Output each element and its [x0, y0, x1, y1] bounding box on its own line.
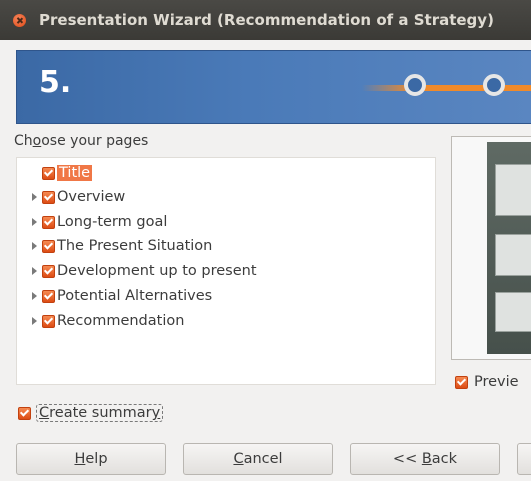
- expander-icon[interactable]: [32, 218, 37, 226]
- close-icon[interactable]: [13, 13, 26, 27]
- checkbox-icon[interactable]: [42, 289, 55, 303]
- preview-panel: [451, 136, 531, 360]
- window-title: Presentation Wizard (Recommendation of a…: [39, 11, 494, 29]
- preview-checkbox-icon[interactable]: [455, 375, 468, 389]
- tree-item-title[interactable]: Title: [17, 162, 93, 184]
- choose-pages-label: Choose your pages: [14, 133, 149, 149]
- checkbox-icon[interactable]: [42, 190, 55, 204]
- summary-label: Create summary: [36, 404, 164, 422]
- summary-checkbox-icon[interactable]: [18, 406, 31, 420]
- step-number: 5.: [39, 65, 72, 100]
- help-button[interactable]: Help: [16, 443, 166, 475]
- expander-icon[interactable]: [32, 242, 37, 250]
- tree-item-present-situation[interactable]: The Present Situation: [17, 235, 212, 257]
- progress-track: [362, 85, 531, 91]
- progress-step-icon: [404, 74, 426, 96]
- title-bar: Presentation Wizard (Recommendation of a…: [0, 0, 531, 40]
- preview-slide: [495, 164, 531, 216]
- preview-checkbox-row[interactable]: Previe: [455, 374, 519, 390]
- checkbox-icon[interactable]: [42, 215, 55, 229]
- checkbox-icon[interactable]: [42, 166, 55, 180]
- tree-item-overview[interactable]: Overview: [17, 186, 125, 208]
- tree-item-label: Title: [57, 165, 93, 181]
- preview-slide: [495, 234, 531, 276]
- checkbox-icon[interactable]: [42, 239, 55, 253]
- cancel-button[interactable]: Cancel: [183, 443, 333, 475]
- progress-step-icon: [483, 74, 505, 96]
- create-summary-checkbox[interactable]: Create summary: [18, 404, 164, 422]
- tree-item-label: Long-term goal: [57, 214, 168, 230]
- next-button[interactable]: [517, 443, 531, 475]
- checkbox-icon[interactable]: [42, 314, 55, 328]
- tree-item-recommendation[interactable]: Recommendation: [17, 310, 184, 332]
- checkbox-icon[interactable]: [42, 264, 55, 278]
- expander-icon[interactable]: [32, 292, 37, 300]
- tree-item-alternatives[interactable]: Potential Alternatives: [17, 285, 212, 307]
- wizard-banner: 5.: [16, 50, 531, 124]
- tree-item-label: Overview: [57, 189, 126, 205]
- preview-slide: [495, 292, 531, 332]
- tree-item-label: Recommendation: [57, 313, 185, 329]
- pages-tree[interactable]: Title Overview Long-term goal The Presen…: [16, 157, 436, 385]
- expander-icon[interactable]: [32, 317, 37, 325]
- tree-item-label: The Present Situation: [57, 238, 213, 254]
- tree-item-long-term-goal[interactable]: Long-term goal: [17, 211, 167, 233]
- tree-item-label: Development up to present: [57, 263, 257, 279]
- expander-icon[interactable]: [32, 267, 37, 275]
- preview-checkbox-label: Previe: [474, 374, 519, 390]
- back-button[interactable]: << Back: [350, 443, 500, 475]
- tree-item-label: Potential Alternatives: [57, 288, 213, 304]
- preview-image: [487, 142, 531, 354]
- expander-icon[interactable]: [32, 193, 37, 201]
- tree-item-development[interactable]: Development up to present: [17, 260, 257, 282]
